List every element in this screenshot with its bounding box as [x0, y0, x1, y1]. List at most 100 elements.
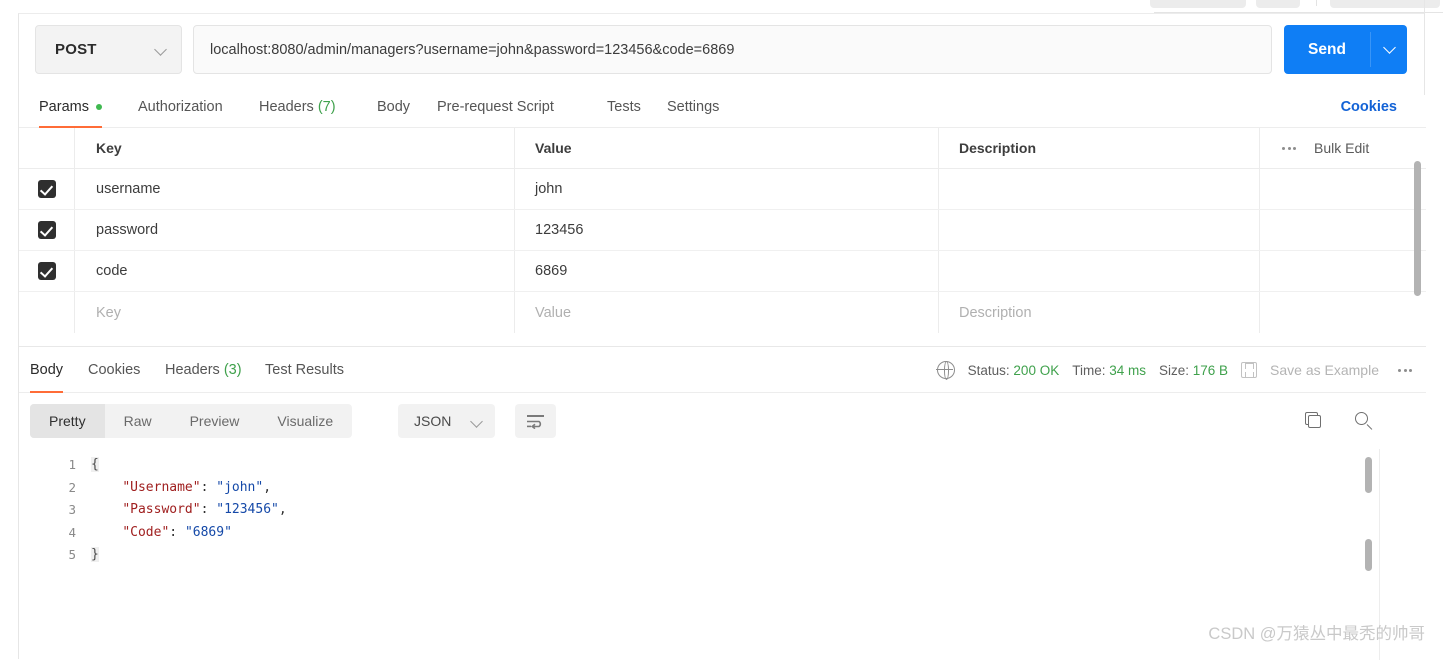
new-description-placeholder: Description	[959, 305, 1032, 321]
row-checkbox-cell	[19, 169, 75, 209]
watermark: CSDN @万猿丛中最秃的帅哥	[1208, 620, 1425, 644]
response-meta: Status: 200 OK Time: 34 ms Size: 176 B S…	[937, 347, 1412, 393]
row-key-text: code	[96, 263, 127, 279]
header-cell-description: Description	[939, 128, 1259, 168]
row-key-cell[interactable]: code	[75, 251, 515, 291]
params-table-actions: Bulk Edit	[1259, 128, 1426, 168]
chevron-down-icon	[156, 44, 167, 55]
tab-params[interactable]: Params	[39, 86, 102, 128]
table-row[interactable]: password 123456	[19, 210, 1426, 251]
tab-response-cookies-label: Cookies	[88, 362, 140, 378]
code-line: 4 "Code": "6869"	[19, 522, 1319, 545]
params-modified-dot-icon	[96, 104, 102, 110]
row-value-cell[interactable]: 123456	[515, 210, 939, 250]
http-method-select[interactable]: POST	[35, 25, 182, 74]
tab-response-headers-label: Headers	[165, 362, 220, 378]
copy-icon[interactable]	[1304, 410, 1326, 432]
line-content: }	[91, 544, 99, 567]
tab-response-body[interactable]: Body	[30, 347, 63, 393]
params-table-header-row: Key Value Description Bulk Edit	[19, 128, 1426, 169]
code-scrollbar-thumb-bottom[interactable]	[1365, 539, 1372, 571]
row-key-text: password	[96, 222, 158, 238]
row-key-cell[interactable]: password	[75, 210, 515, 250]
tab-body[interactable]: Body	[377, 86, 410, 128]
tab-tests[interactable]: Tests	[607, 86, 641, 128]
table-row[interactable]: code 6869	[19, 251, 1426, 292]
row-key-cell[interactable]: username	[75, 169, 515, 209]
tab-response-headers[interactable]: Headers (3)	[165, 347, 242, 393]
code-line: 2 "Username": "john",	[19, 477, 1319, 500]
url-bar-row: POST localhost:8080/admin/managers?usern…	[35, 25, 1407, 74]
row-description-cell[interactable]	[939, 251, 1259, 291]
tab-authorization-label: Authorization	[138, 99, 223, 115]
row-enabled-checkbox[interactable]	[38, 262, 56, 280]
more-options-icon[interactable]	[1282, 147, 1296, 150]
save-as-example-button[interactable]: Save as Example	[1270, 362, 1379, 378]
http-method-label: POST	[55, 41, 97, 58]
url-input[interactable]: localhost:8080/admin/managers?username=j…	[193, 25, 1272, 74]
tab-body-label: Body	[377, 99, 410, 115]
code-line: 1 {	[19, 454, 1319, 477]
tab-authorization[interactable]: Authorization	[138, 86, 223, 128]
tab-headers-count: (7)	[318, 99, 336, 115]
line-content: "Password": "123456",	[91, 499, 287, 522]
send-button[interactable]: Send	[1284, 25, 1407, 74]
save-icon	[1241, 362, 1257, 378]
row-actions-cell	[1259, 292, 1426, 333]
line-number: 4	[19, 522, 91, 545]
request-response-pane: POST localhost:8080/admin/managers?usern…	[18, 13, 1425, 659]
tab-pre-request-script-label: Pre-request Script	[437, 99, 554, 115]
tab-test-results[interactable]: Test Results	[265, 347, 344, 393]
tab-test-results-label: Test Results	[265, 362, 344, 378]
response-more-options-icon[interactable]	[1398, 369, 1412, 372]
tab-pre-request-script[interactable]: Pre-request Script	[437, 86, 554, 128]
send-button-label: Send	[1284, 25, 1370, 74]
response-format-select[interactable]: JSON	[398, 404, 495, 438]
row-checkbox-cell	[19, 210, 75, 250]
pane-right-edge	[1424, 0, 1425, 95]
tab-settings[interactable]: Settings	[667, 86, 719, 128]
header-cell-checkbox	[19, 128, 75, 168]
line-content: "Code": "6869"	[91, 522, 232, 545]
view-mode-raw[interactable]: Raw	[105, 404, 171, 438]
word-wrap-toggle[interactable]	[515, 404, 556, 438]
ghost-toolbar-item-2	[1256, 0, 1300, 8]
ghost-divider	[1316, 0, 1317, 6]
line-number: 3	[19, 499, 91, 522]
cookies-link[interactable]: Cookies	[1341, 86, 1397, 128]
row-description-cell[interactable]	[939, 169, 1259, 209]
tab-response-body-label: Body	[30, 362, 63, 378]
code-line: 5 }	[19, 544, 1319, 567]
search-icon[interactable]	[1353, 410, 1375, 432]
new-description-input[interactable]: Description	[939, 292, 1259, 333]
view-mode-pretty[interactable]: Pretty	[30, 404, 105, 438]
tab-headers[interactable]: Headers (7)	[259, 86, 336, 128]
table-row-empty[interactable]: Key Value Description	[19, 292, 1426, 333]
tab-response-cookies[interactable]: Cookies	[88, 347, 140, 393]
params-table-scrollbar[interactable]	[1414, 161, 1421, 296]
new-key-input[interactable]: Key	[75, 292, 515, 333]
line-number: 1	[19, 454, 91, 477]
time-badge: Time: 34 ms	[1072, 363, 1146, 378]
code-scrollbar-thumb-top[interactable]	[1365, 457, 1372, 493]
row-checkbox-cell	[19, 251, 75, 291]
row-value-cell[interactable]: 6869	[515, 251, 939, 291]
row-value-text: 123456	[535, 222, 583, 238]
view-mode-preview[interactable]: Preview	[171, 404, 259, 438]
row-enabled-checkbox[interactable]	[38, 221, 56, 239]
new-key-placeholder: Key	[96, 305, 121, 321]
send-options-chevron-down-icon[interactable]	[1371, 25, 1407, 74]
bulk-edit-button[interactable]: Bulk Edit	[1314, 140, 1369, 156]
row-actions-cell	[1259, 169, 1426, 209]
row-actions-cell	[1259, 251, 1426, 291]
table-row[interactable]: username john	[19, 169, 1426, 210]
view-mode-visualize[interactable]: Visualize	[258, 404, 352, 438]
row-enabled-checkbox[interactable]	[38, 180, 56, 198]
row-description-cell[interactable]	[939, 210, 1259, 250]
new-value-input[interactable]: Value	[515, 292, 939, 333]
status-value: 200 OK	[1013, 363, 1059, 378]
tab-tests-label: Tests	[607, 99, 641, 115]
globe-icon	[937, 361, 955, 379]
time-label: Time:	[1072, 363, 1105, 378]
row-value-cell[interactable]: john	[515, 169, 939, 209]
